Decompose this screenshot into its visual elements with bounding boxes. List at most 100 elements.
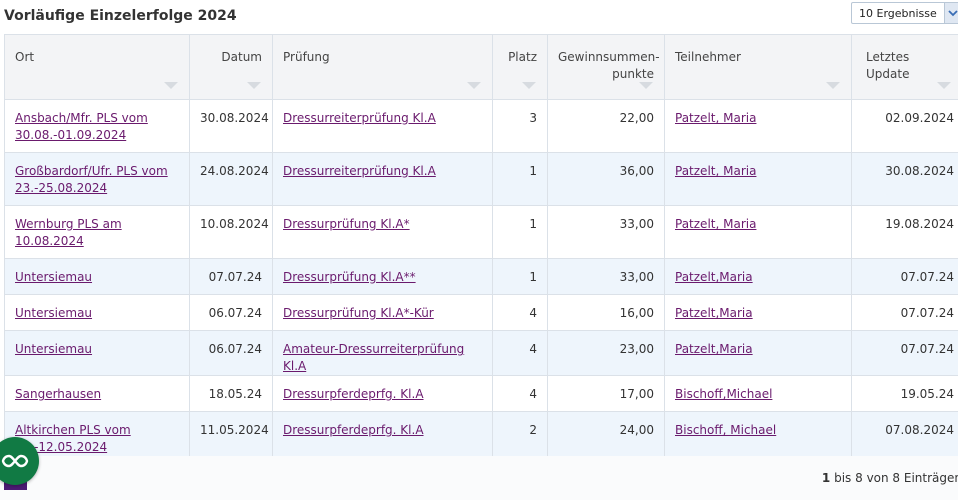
- ort-link[interactable]: Sangerhausen: [15, 387, 101, 401]
- cell-pruefung: Dressurprüfung Kl.A*-Kür: [272, 294, 493, 331]
- cell-datum: 06.07.24: [189, 294, 273, 331]
- cell-update: 19.08.2024: [851, 205, 958, 259]
- pruefung-link[interactable]: Dressurreiterprüfung Kl.A: [283, 111, 436, 125]
- cell-teilnehmer: Patzelt, Maria: [664, 152, 852, 206]
- cell-platz: 4: [492, 330, 548, 376]
- infinity-icon: [1, 454, 29, 468]
- cell-pruefung: Amateur-Dressurreiterprüfung Kl.A: [272, 330, 493, 376]
- teilnehmer-link[interactable]: Patzelt, Maria: [675, 217, 756, 231]
- cell-teilnehmer: Patzelt, Maria: [664, 205, 852, 259]
- cell-ort: Untersiemau: [4, 330, 190, 376]
- sort-arrow-icon: [937, 82, 951, 89]
- column-header-gewinnsummenpunkte[interactable]: Gewinnsummen-punkte: [547, 34, 665, 100]
- column-label: Ort: [15, 50, 35, 64]
- pruefung-link[interactable]: Dressurprüfung Kl.A*: [283, 217, 410, 231]
- table-footer: [0, 456, 958, 500]
- table-row: Untersiemau 07.07.24 Dressurprüfung Kl.A…: [4, 258, 958, 295]
- cell-platz: 1: [492, 258, 548, 295]
- sort-arrow-icon: [639, 82, 653, 89]
- cell-update: 07.07.24: [851, 330, 958, 376]
- column-label: Gewinnsummen-: [558, 50, 660, 64]
- column-label: Platz: [508, 50, 537, 64]
- cell-teilnehmer: Patzelt,Maria: [664, 258, 852, 295]
- cell-update: 07.07.24: [851, 258, 958, 295]
- page-length-value: 10 Ergebnisse: [859, 6, 937, 20]
- column-label-line2: punkte: [612, 67, 654, 81]
- cell-ort: Untersiemau: [4, 294, 190, 331]
- pruefung-link[interactable]: Dressurpferdeprfg. Kl.A: [283, 423, 424, 437]
- cell-pruefung: Dressurreiterprüfung Kl.A: [272, 99, 493, 153]
- cell-ort: Sangerhausen: [4, 375, 190, 412]
- cell-teilnehmer: Bischoff,Michael: [664, 375, 852, 412]
- page-title: Vorläufige Einzelerfolge 2024: [4, 8, 237, 24]
- cell-ort: Untersiemau: [4, 258, 190, 295]
- teilnehmer-link[interactable]: Patzelt, Maria: [675, 164, 756, 178]
- cell-platz: 3: [492, 99, 548, 153]
- column-header-ort[interactable]: Ort: [4, 34, 190, 100]
- cell-platz: 4: [492, 294, 548, 331]
- pruefung-link[interactable]: Amateur-Dressurreiterprüfung Kl.A: [283, 342, 464, 373]
- cell-pruefung: Dressurprüfung Kl.A*: [272, 205, 493, 259]
- cell-platz: 1: [492, 152, 548, 206]
- ort-link[interactable]: Ansbach/Mfr. PLS vom 30.08.-01.09.2024: [15, 111, 148, 142]
- cell-punkte: 33,00: [547, 258, 665, 295]
- page-length-select[interactable]: 10 Ergebnisse: [851, 2, 958, 24]
- sort-arrow-icon: [826, 82, 840, 89]
- results-table: Ort Datum Prüfung Platz Gewinnsummen-pun…: [4, 34, 958, 465]
- column-header-datum[interactable]: Datum: [189, 34, 273, 100]
- column-header-teilnehmer[interactable]: Teilnehmer: [664, 34, 852, 100]
- pruefung-link[interactable]: Dressurprüfung Kl.A*-Kür: [283, 306, 434, 320]
- teilnehmer-link[interactable]: Patzelt,Maria: [675, 342, 753, 356]
- cell-datum: 07.07.24: [189, 258, 273, 295]
- ort-link[interactable]: Wernburg PLS am 10.08.2024: [15, 217, 122, 248]
- table-info-rest: bis 8 von 8 Einträgen: [830, 471, 958, 485]
- cell-datum: 24.08.2024: [189, 152, 273, 206]
- cell-datum: 10.08.2024: [189, 205, 273, 259]
- cell-pruefung: Dressurpferdeprfg. Kl.A: [272, 375, 493, 412]
- sort-arrow-icon: [164, 82, 178, 89]
- cell-punkte: 36,00: [547, 152, 665, 206]
- teilnehmer-link[interactable]: Patzelt,Maria: [675, 306, 753, 320]
- column-label: Letztes Update: [866, 50, 910, 81]
- pruefung-link[interactable]: Dressurpferdeprfg. Kl.A: [283, 387, 424, 401]
- ort-link[interactable]: Untersiemau: [15, 306, 92, 320]
- teilnehmer-link[interactable]: Patzelt,Maria: [675, 270, 753, 284]
- column-label: Prüfung: [283, 50, 330, 64]
- cell-teilnehmer: Patzelt,Maria: [664, 330, 852, 376]
- column-label: Teilnehmer: [675, 50, 741, 64]
- cell-teilnehmer: Patzelt,Maria: [664, 294, 852, 331]
- table-header-row: Ort Datum Prüfung Platz Gewinnsummen-pun…: [4, 34, 958, 100]
- ort-link[interactable]: Großbardorf/Ufr. PLS vom 23.-25.08.2024: [15, 164, 168, 195]
- pruefung-link[interactable]: Dressurprüfung Kl.A**: [283, 270, 416, 284]
- cell-platz: 1: [492, 205, 548, 259]
- table-row: Großbardorf/Ufr. PLS vom 23.-25.08.2024 …: [4, 152, 958, 206]
- cell-update: 19.05.24: [851, 375, 958, 412]
- cell-punkte: 17,00: [547, 375, 665, 412]
- cell-teilnehmer: Patzelt, Maria: [664, 99, 852, 153]
- table-row: Untersiemau 06.07.24 Amateur-Dressurreit…: [4, 330, 958, 376]
- column-header-letztes-update[interactable]: Letztes Update: [851, 34, 958, 100]
- table-row: Wernburg PLS am 10.08.2024 10.08.2024 Dr…: [4, 205, 958, 259]
- sort-arrow-icon: [467, 82, 481, 89]
- teilnehmer-link[interactable]: Bischoff, Michael: [675, 423, 776, 437]
- column-header-platz[interactable]: Platz: [492, 34, 548, 100]
- pruefung-link[interactable]: Dressurreiterprüfung Kl.A: [283, 164, 436, 178]
- cell-update: 30.08.2024: [851, 152, 958, 206]
- cell-ort: Großbardorf/Ufr. PLS vom 23.-25.08.2024: [4, 152, 190, 206]
- chevron-down-icon[interactable]: [944, 3, 958, 23]
- table-row: Ansbach/Mfr. PLS vom 30.08.-01.09.2024 3…: [4, 99, 958, 153]
- ort-link[interactable]: Untersiemau: [15, 342, 92, 356]
- teilnehmer-link[interactable]: Bischoff,Michael: [675, 387, 772, 401]
- cell-datum: 18.05.24: [189, 375, 273, 412]
- column-header-pruefung[interactable]: Prüfung: [272, 34, 493, 100]
- cell-punkte: 16,00: [547, 294, 665, 331]
- sort-arrow-icon: [247, 82, 261, 89]
- teilnehmer-link[interactable]: Patzelt, Maria: [675, 111, 756, 125]
- cell-punkte: 22,00: [547, 99, 665, 153]
- cell-pruefung: Dressurreiterprüfung Kl.A: [272, 152, 493, 206]
- sort-arrow-icon: [522, 82, 536, 89]
- ort-link[interactable]: Untersiemau: [15, 270, 92, 284]
- cell-update: 02.09.2024: [851, 99, 958, 153]
- cell-ort: Ansbach/Mfr. PLS vom 30.08.-01.09.2024: [4, 99, 190, 153]
- cell-platz: 4: [492, 375, 548, 412]
